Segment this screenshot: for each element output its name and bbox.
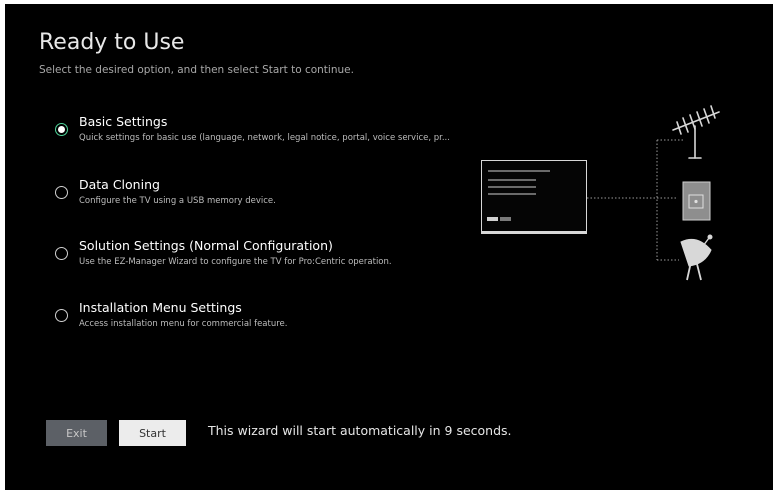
option-solution-settings[interactable]: Solution Settings (Normal Configuration)…	[51, 238, 471, 274]
satellite-dish-icon	[680, 234, 713, 281]
option-description: Access installation menu for commercial …	[79, 319, 288, 329]
option-title: Installation Menu Settings	[79, 300, 242, 315]
option-description: Quick settings for basic use (language, …	[79, 133, 450, 143]
option-title: Solution Settings (Normal Configuration)	[79, 238, 333, 253]
antenna-icon	[672, 105, 720, 159]
page-title: Ready to Use	[39, 30, 185, 55]
setup-wizard-screen: Ready to Use Select the desired option, …	[5, 4, 773, 490]
start-button[interactable]: Start	[119, 420, 186, 446]
radio-data-cloning[interactable]	[55, 186, 68, 199]
connection-illustration	[475, 96, 735, 296]
option-description: Configure the TV using a USB memory devi…	[79, 196, 276, 206]
option-installation-menu[interactable]: Installation Menu Settings Access instal…	[51, 300, 471, 336]
option-data-cloning[interactable]: Data Cloning Configure the TV using a US…	[51, 177, 471, 213]
option-description: Use the EZ-Manager Wizard to configure t…	[79, 257, 392, 267]
radio-solution-settings[interactable]	[55, 247, 68, 260]
option-title: Basic Settings	[79, 114, 168, 129]
radio-basic-settings[interactable]	[55, 123, 68, 136]
page-subtitle: Select the desired option, and then sele…	[39, 64, 354, 76]
exit-button[interactable]: Exit	[46, 420, 107, 446]
option-basic-settings[interactable]: Basic Settings Quick settings for basic …	[51, 114, 471, 150]
option-title: Data Cloning	[79, 177, 160, 192]
set-top-box-icon	[682, 181, 711, 221]
countdown-message: This wizard will start automatically in …	[208, 423, 512, 438]
radio-installation-menu[interactable]	[55, 309, 68, 322]
